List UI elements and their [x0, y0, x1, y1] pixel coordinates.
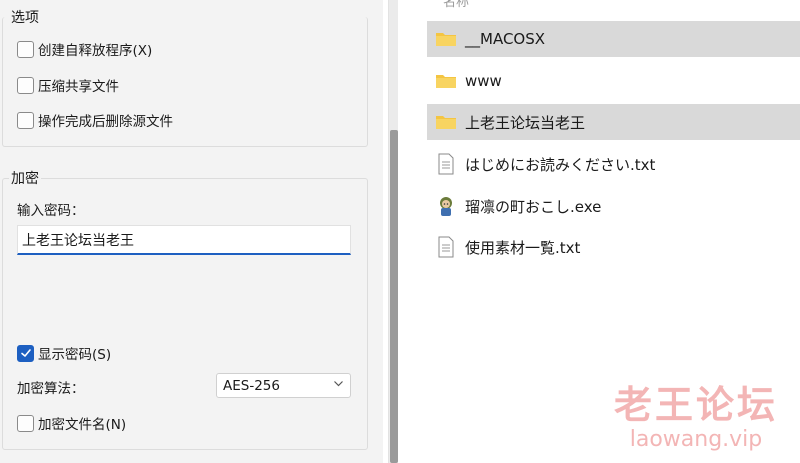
delete-source-checkbox[interactable]: 操作完成后删除源文件	[17, 110, 173, 130]
compress-shared-files-checkbox[interactable]: 压缩共享文件	[17, 75, 119, 95]
create-sfx-checkbox-box[interactable]	[17, 40, 34, 58]
encryption-algorithm-select[interactable]: AES-256	[216, 373, 351, 398]
folder-icon	[435, 111, 457, 133]
watermark: 老王论坛 laowang.vip	[614, 383, 778, 453]
scrollbar-thumb[interactable]	[390, 130, 398, 463]
delete-source-label: 操作完成后删除源文件	[38, 114, 173, 130]
file-row-www[interactable]: www	[427, 63, 800, 99]
delete-source-checkbox-box[interactable]	[17, 111, 34, 129]
encryption-algorithm-value: AES-256	[223, 377, 280, 394]
password-label: 输入密码：	[17, 203, 85, 219]
file-row-exe[interactable]: 瑠凛の町おこし.exe	[427, 188, 800, 224]
folder-icon	[435, 28, 457, 50]
file-name: 瑠凛の町おこし.exe	[465, 197, 602, 216]
watermark-url: laowang.vip	[629, 427, 763, 452]
checkmark-icon	[20, 349, 31, 357]
watermark-title: 老王论坛	[613, 383, 778, 427]
text-file-icon	[435, 153, 457, 175]
encrypt-filenames-label: 加密文件名(N)	[38, 417, 127, 433]
name-column-header[interactable]: 名称	[443, 0, 469, 10]
file-row-materials-txt[interactable]: 使用素材一覧.txt	[427, 229, 800, 265]
create-sfx-checkbox[interactable]: 创建自释放程序(X)	[17, 39, 152, 59]
encrypt-filenames-checkbox-box[interactable]	[17, 414, 34, 432]
file-row-macosx[interactable]: __MACOSX	[427, 21, 800, 57]
password-input[interactable]	[17, 225, 351, 255]
file-name: 使用素材一覧.txt	[465, 238, 581, 257]
file-name: はじめにお読みください.txt	[465, 155, 656, 174]
options-group-title: 选项	[9, 7, 41, 27]
folder-icon	[435, 70, 457, 92]
create-sfx-label: 创建自释放程序(X)	[38, 43, 153, 59]
file-row-laowang-folder[interactable]: 上老王论坛当老王	[427, 104, 800, 140]
show-password-checkbox-box[interactable]	[17, 344, 34, 362]
file-list-pane: 名称 __MACOSX www 上老王论坛当老王 はじめにお読みください.txt…	[400, 0, 800, 463]
show-password-label: 显示密码(S)	[38, 347, 112, 363]
compress-shared-files-label: 压缩共享文件	[38, 79, 119, 95]
encryption-algorithm-label: 加密算法：	[17, 381, 85, 397]
file-name: __MACOSX	[465, 30, 546, 48]
show-password-checkbox[interactable]: 显示密码(S)	[17, 343, 111, 363]
file-name: 上老王论坛当老王	[465, 113, 586, 132]
compress-shared-files-checkbox-box[interactable]	[17, 76, 34, 94]
archive-options-panel: 选项 创建自释放程序(X) 压缩共享文件 操作完成后删除源文件 加密 输入密码：…	[0, 0, 383, 463]
encryption-group-title: 加密	[9, 168, 41, 188]
file-row-readme-txt[interactable]: はじめにお読みください.txt	[427, 146, 800, 182]
file-name: www	[465, 72, 502, 90]
text-file-icon	[435, 236, 457, 258]
app-exe-icon	[435, 195, 457, 217]
chevron-down-icon	[333, 378, 344, 393]
encrypt-filenames-checkbox[interactable]: 加密文件名(N)	[17, 413, 126, 433]
vertical-scrollbar[interactable]	[388, 0, 398, 463]
